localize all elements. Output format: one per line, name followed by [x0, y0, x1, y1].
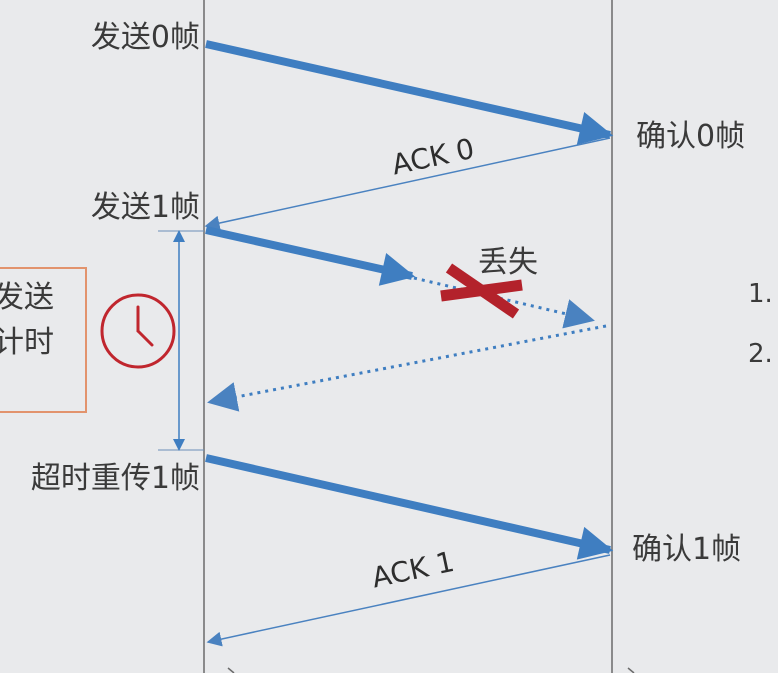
timeout-interval: [158, 230, 204, 451]
right-list-item-1: 1.: [748, 279, 773, 309]
stop-and-wait-diagram: 发送 计时 发送0帧 发送1帧 超时重传1帧 确认0帧 确认1帧 ACK 0 A…: [0, 0, 773, 673]
ack0-label: ACK 0: [389, 132, 477, 182]
send0-label: 发送0帧: [91, 20, 200, 55]
send1-label: 发送1帧: [91, 190, 200, 225]
resend1-label: 超时重传1帧: [31, 461, 200, 496]
confirm1-label: 确认1帧: [632, 532, 741, 567]
frame0-arrow: [205, 40, 614, 145]
confirm0-label: 确认0帧: [636, 119, 745, 154]
frame1-arrow: [205, 226, 416, 286]
timer-box-line1: 发送: [0, 280, 54, 315]
ack1-label: ACK 1: [369, 545, 457, 595]
right-list-item-2: 2.: [748, 339, 773, 369]
clock-icon: [100, 293, 176, 369]
sender-bottom-tick: [227, 667, 235, 673]
receiver-bottom-tick: [627, 667, 635, 673]
timer-box-line2: 计时: [0, 325, 54, 360]
frame1-resend-arrow: [205, 454, 614, 560]
lost-label: 丢失: [478, 245, 538, 280]
lost-ack-path: [207, 324, 607, 412]
